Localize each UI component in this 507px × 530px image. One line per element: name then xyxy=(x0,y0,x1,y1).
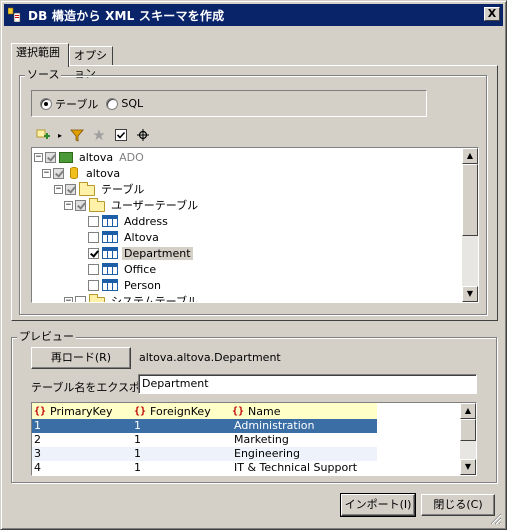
star-icon[interactable]: ★ xyxy=(91,126,107,144)
reload-button[interactable]: 再ロード(R) xyxy=(31,347,131,369)
scroll-down-icon[interactable]: ▼ xyxy=(460,459,476,475)
table-checkbox[interactable] xyxy=(88,263,99,275)
tree-node-user-tables[interactable]: − ユーザーテーブル xyxy=(64,197,200,213)
preview-grid: {} PrimaryKey {} ForeignKey {} Name 1 1 … xyxy=(31,402,477,476)
column-icon: {} xyxy=(232,405,245,417)
folder-icon xyxy=(89,197,105,212)
tree-checkbox[interactable] xyxy=(45,151,56,163)
table-row[interactable]: 1 1 Administration xyxy=(32,419,377,433)
radio-table-label: テーブル xyxy=(55,97,99,111)
radio-sql-label: SQL xyxy=(121,97,144,110)
filter-icon[interactable] xyxy=(69,127,85,143)
database-icon xyxy=(70,167,78,179)
table-checkbox[interactable] xyxy=(88,247,99,259)
table-checkbox[interactable] xyxy=(88,215,99,227)
database-label: altova xyxy=(86,166,121,180)
table-icon xyxy=(102,247,118,259)
table-row[interactable]: 4 1 IT & Technical Support xyxy=(32,461,377,475)
column-header[interactable]: {} Name xyxy=(230,403,377,419)
table-icon xyxy=(102,263,118,275)
column-header[interactable]: {} PrimaryKey xyxy=(32,403,132,419)
folder-icon xyxy=(79,181,95,196)
database-tree: − altova ADO − altova − テーブル − ユーザーテーブル xyxy=(31,147,479,303)
add-connection-icon[interactable] xyxy=(35,127,51,143)
table-label: Department xyxy=(122,246,193,260)
scroll-down-icon[interactable]: ▼ xyxy=(462,286,478,302)
tree-node-table[interactable]: Altova xyxy=(88,229,161,245)
table-label: Altova xyxy=(124,230,159,244)
tree-toolbar: ▸ ★ xyxy=(31,125,477,145)
tree-checkbox[interactable] xyxy=(75,295,86,302)
connection-label: altova xyxy=(79,150,114,164)
radio-table[interactable] xyxy=(40,97,52,110)
table-row[interactable]: 3 1 Engineering xyxy=(32,447,377,461)
tree-node-table[interactable]: Office xyxy=(88,261,158,277)
tree-node-table[interactable]: Address xyxy=(88,213,170,229)
table-icon xyxy=(102,279,118,291)
column-icon: {} xyxy=(134,405,147,417)
table-row[interactable]: 2 1 Marketing xyxy=(32,433,377,447)
close-window-button[interactable]: X xyxy=(484,7,500,21)
collapse-icon[interactable]: − xyxy=(54,184,63,194)
tab-selection[interactable]: 選択範囲 xyxy=(11,43,69,67)
app-icon xyxy=(7,7,22,23)
scroll-up-icon[interactable]: ▲ xyxy=(462,148,478,164)
dropdown-arrow-icon[interactable]: ▸ xyxy=(57,127,63,143)
export-table-input[interactable]: Department xyxy=(138,374,477,394)
import-button[interactable]: インポート(I) xyxy=(340,493,416,517)
source-group-label: ソース xyxy=(25,68,62,81)
resize-grip-icon[interactable] xyxy=(490,513,502,525)
table-checkbox[interactable] xyxy=(88,231,99,243)
tree-checkbox[interactable] xyxy=(53,167,64,179)
source-type-radio-group: テーブル SQL xyxy=(31,90,427,117)
tree-node-connection[interactable]: − altova ADO xyxy=(34,149,144,165)
table-icon xyxy=(102,231,118,243)
tree-node-table[interactable]: Person xyxy=(88,277,163,293)
column-icon: {} xyxy=(34,405,47,417)
table-label: Address xyxy=(124,214,168,228)
scroll-up-icon[interactable]: ▲ xyxy=(460,403,476,419)
close-button[interactable]: 閉じる(C) xyxy=(421,494,495,516)
locate-icon[interactable] xyxy=(135,127,151,143)
tree-checkbox[interactable] xyxy=(65,183,76,195)
folder-icon xyxy=(89,293,105,302)
tree-node-database[interactable]: − altova xyxy=(42,165,122,181)
dialog-window: DB 構造から XML スキーマを作成 X 選択範囲 オプション ソース テーブ… xyxy=(0,0,507,530)
scroll-thumb[interactable] xyxy=(462,164,478,236)
connection-type-label: ADO xyxy=(119,150,144,164)
collapse-icon[interactable]: − xyxy=(64,200,73,210)
column-header[interactable]: {} ForeignKey xyxy=(132,403,230,419)
checkbox-icon[interactable] xyxy=(113,127,129,143)
tree-node-tables-folder[interactable]: − テーブル xyxy=(54,181,146,197)
scroll-thumb[interactable] xyxy=(460,419,476,441)
collapse-icon[interactable]: − xyxy=(34,152,43,162)
tree-node-system-tables[interactable]: − システムテーブル xyxy=(64,293,200,303)
collapse-icon[interactable]: − xyxy=(64,296,73,302)
window-title: DB 構造から XML スキーマを作成 xyxy=(28,8,225,23)
radio-sql[interactable] xyxy=(106,97,119,110)
preview-group-label: プレビュー xyxy=(17,330,76,343)
tables-folder-label: テーブル xyxy=(101,183,145,196)
current-table-name: altova.altova.Department xyxy=(139,351,281,364)
tree-checkbox[interactable] xyxy=(75,199,86,211)
table-checkbox[interactable] xyxy=(88,279,99,291)
connection-icon xyxy=(59,151,73,163)
user-tables-label: ユーザーテーブル xyxy=(111,199,199,212)
tree-node-table[interactable]: Department xyxy=(88,245,193,261)
table-label: Office xyxy=(124,262,157,276)
title-bar: DB 構造から XML スキーマを作成 X xyxy=(4,4,503,26)
grid-scrollbar[interactable]: ▲ ▼ xyxy=(460,403,476,475)
tree-scrollbar[interactable]: ▲ ▼ xyxy=(462,148,478,302)
table-label: Person xyxy=(124,278,161,292)
system-tables-label: システムテーブル xyxy=(111,295,199,303)
collapse-icon[interactable]: − xyxy=(42,168,51,178)
tab-options[interactable]: オプション xyxy=(69,46,113,80)
table-icon xyxy=(102,215,118,227)
grid-header: {} PrimaryKey {} ForeignKey {} Name xyxy=(32,403,377,419)
